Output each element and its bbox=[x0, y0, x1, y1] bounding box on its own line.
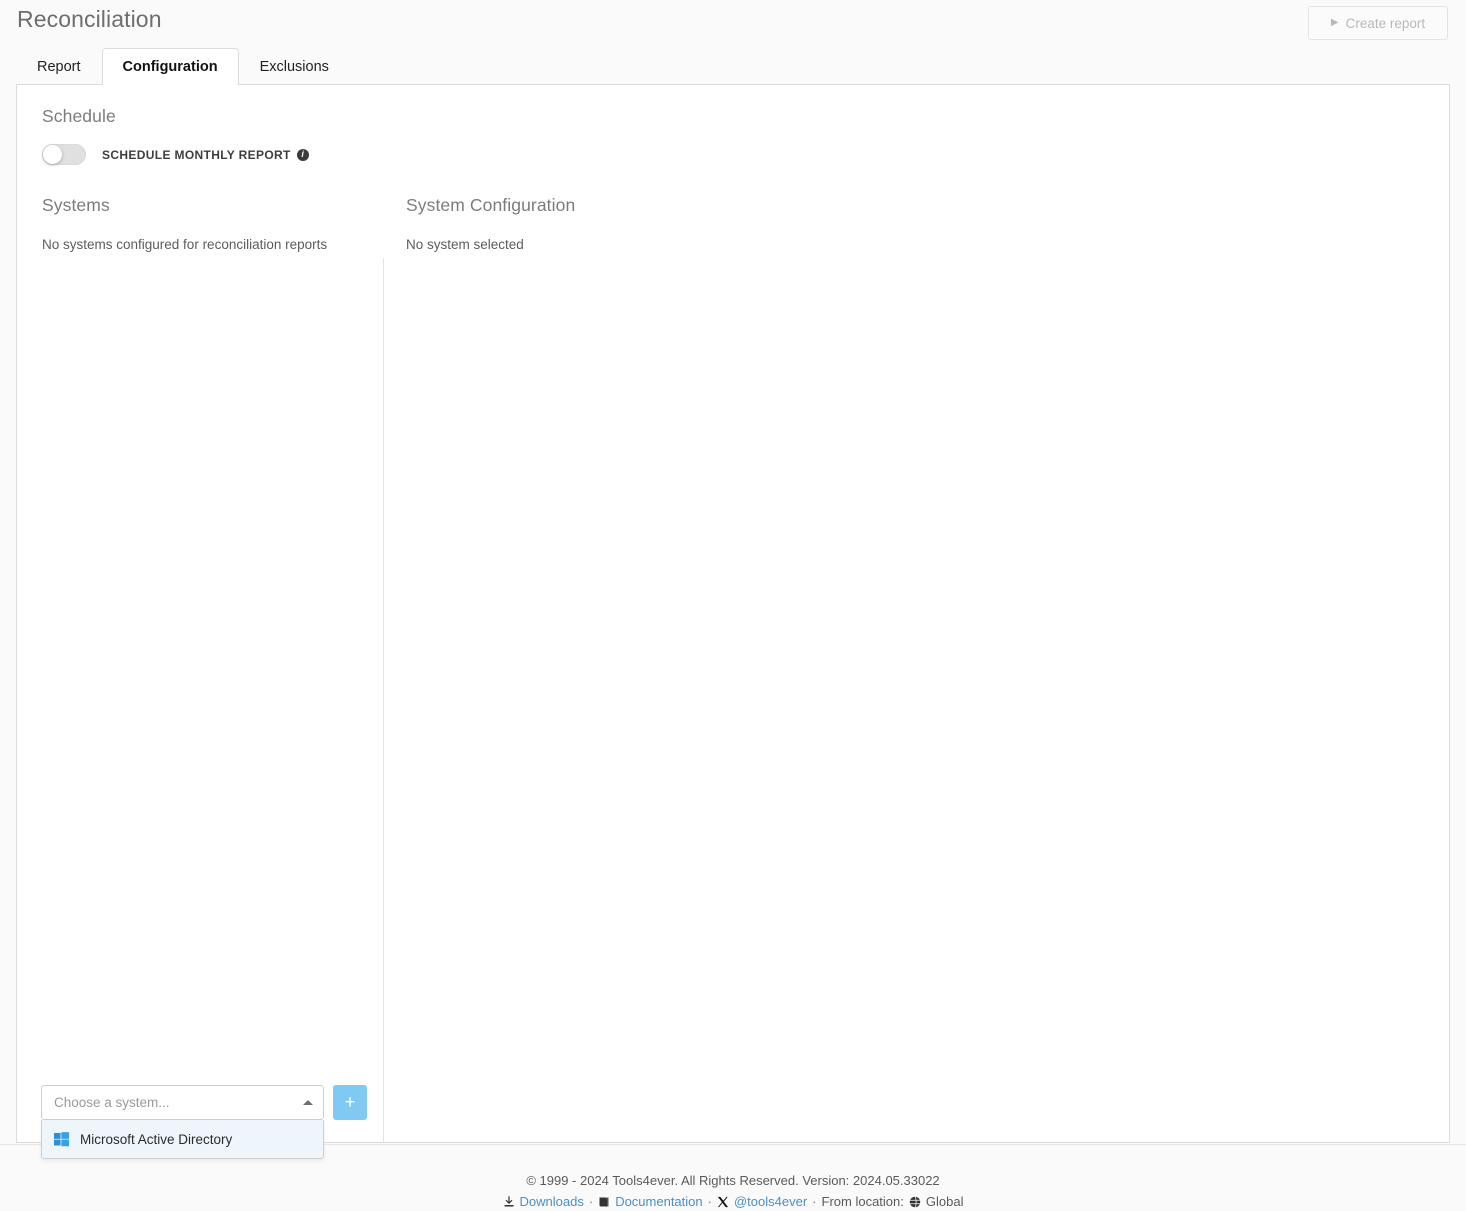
globe-icon bbox=[909, 1195, 921, 1208]
plus-icon: + bbox=[344, 1092, 356, 1113]
schedule-toggle-row: SCHEDULE MONTHLY REPORT i bbox=[42, 144, 309, 165]
schedule-toggle-label-group: SCHEDULE MONTHLY REPORT i bbox=[102, 148, 309, 162]
system-configuration-empty-text: No system selected bbox=[406, 237, 524, 252]
list-item[interactable]: Microsoft Active Directory bbox=[42, 1120, 323, 1158]
documentation-link[interactable]: Documentation bbox=[615, 1194, 702, 1209]
schedule-toggle-label: SCHEDULE MONTHLY REPORT bbox=[102, 147, 291, 162]
tab-configuration-label: Configuration bbox=[122, 59, 218, 75]
schedule-section: Schedule SCHEDULE MONTHLY REPORT i bbox=[42, 106, 309, 165]
chevron-up-icon[interactable] bbox=[303, 1100, 313, 1105]
page-header: Reconciliation ▶ Create report bbox=[0, 0, 1466, 46]
systems-empty-text: No systems configured for reconciliation… bbox=[42, 237, 328, 252]
location-label: Global bbox=[925, 1194, 964, 1209]
system-select: Choose a system... Microsoft Active Dire… bbox=[41, 1085, 324, 1159]
tab-report[interactable]: Report bbox=[16, 48, 102, 85]
twitter-link[interactable]: @tools4ever bbox=[734, 1194, 807, 1209]
toggle-knob bbox=[43, 145, 62, 164]
tab-report-label: Report bbox=[37, 59, 81, 75]
systems-heading: Systems bbox=[42, 195, 110, 215]
footer-links: Downloads · Documentation · @tools4ever … bbox=[0, 1194, 1466, 1209]
create-report-label: Create report bbox=[1345, 15, 1426, 31]
downloads-link[interactable]: Downloads bbox=[520, 1194, 584, 1209]
download-icon bbox=[503, 1195, 515, 1208]
page-title: Reconciliation bbox=[17, 6, 162, 32]
system-picker-row: Choose a system... Microsoft Active Dire… bbox=[41, 1085, 367, 1159]
system-configuration-column: System Configuration No system selected bbox=[406, 195, 1006, 252]
create-report-button[interactable]: ▶ Create report bbox=[1308, 6, 1448, 40]
info-icon[interactable]: i bbox=[296, 148, 309, 161]
schedule-heading: Schedule bbox=[42, 106, 116, 126]
footer-separator-1: · bbox=[588, 1194, 594, 1209]
system-select-box[interactable]: Choose a system... bbox=[41, 1085, 324, 1120]
tab-bar: Report Configuration Exclusions bbox=[0, 46, 1466, 85]
tab-configuration[interactable]: Configuration bbox=[101, 48, 239, 85]
x-twitter-icon bbox=[717, 1196, 729, 1208]
location-prefix: From location: bbox=[821, 1194, 904, 1209]
tab-exclusions-label: Exclusions bbox=[259, 59, 329, 75]
footer-copyright: © 1999 - 2024 Tools4ever. All Rights Res… bbox=[526, 1173, 940, 1188]
systems-column: Systems No systems configured for reconc… bbox=[42, 195, 372, 252]
system-configuration-heading: System Configuration bbox=[406, 195, 576, 215]
tab-exclusions[interactable]: Exclusions bbox=[239, 48, 350, 85]
list-item-label: Microsoft Active Directory bbox=[80, 1131, 233, 1147]
windows-icon bbox=[54, 1131, 69, 1146]
play-icon: ▶ bbox=[1330, 17, 1339, 28]
footer-separator-2: · bbox=[707, 1194, 712, 1209]
add-system-button[interactable]: + bbox=[333, 1085, 367, 1120]
configuration-panel: Schedule SCHEDULE MONTHLY REPORT i Syste… bbox=[16, 84, 1450, 1159]
schedule-monthly-report-toggle[interactable] bbox=[42, 144, 86, 165]
footer-separator-3: · bbox=[812, 1194, 817, 1209]
system-select-menu: Microsoft Active Directory bbox=[41, 1120, 324, 1159]
book-icon bbox=[598, 1196, 610, 1208]
system-select-placeholder: Choose a system... bbox=[54, 1095, 170, 1110]
column-divider bbox=[383, 258, 384, 1142]
